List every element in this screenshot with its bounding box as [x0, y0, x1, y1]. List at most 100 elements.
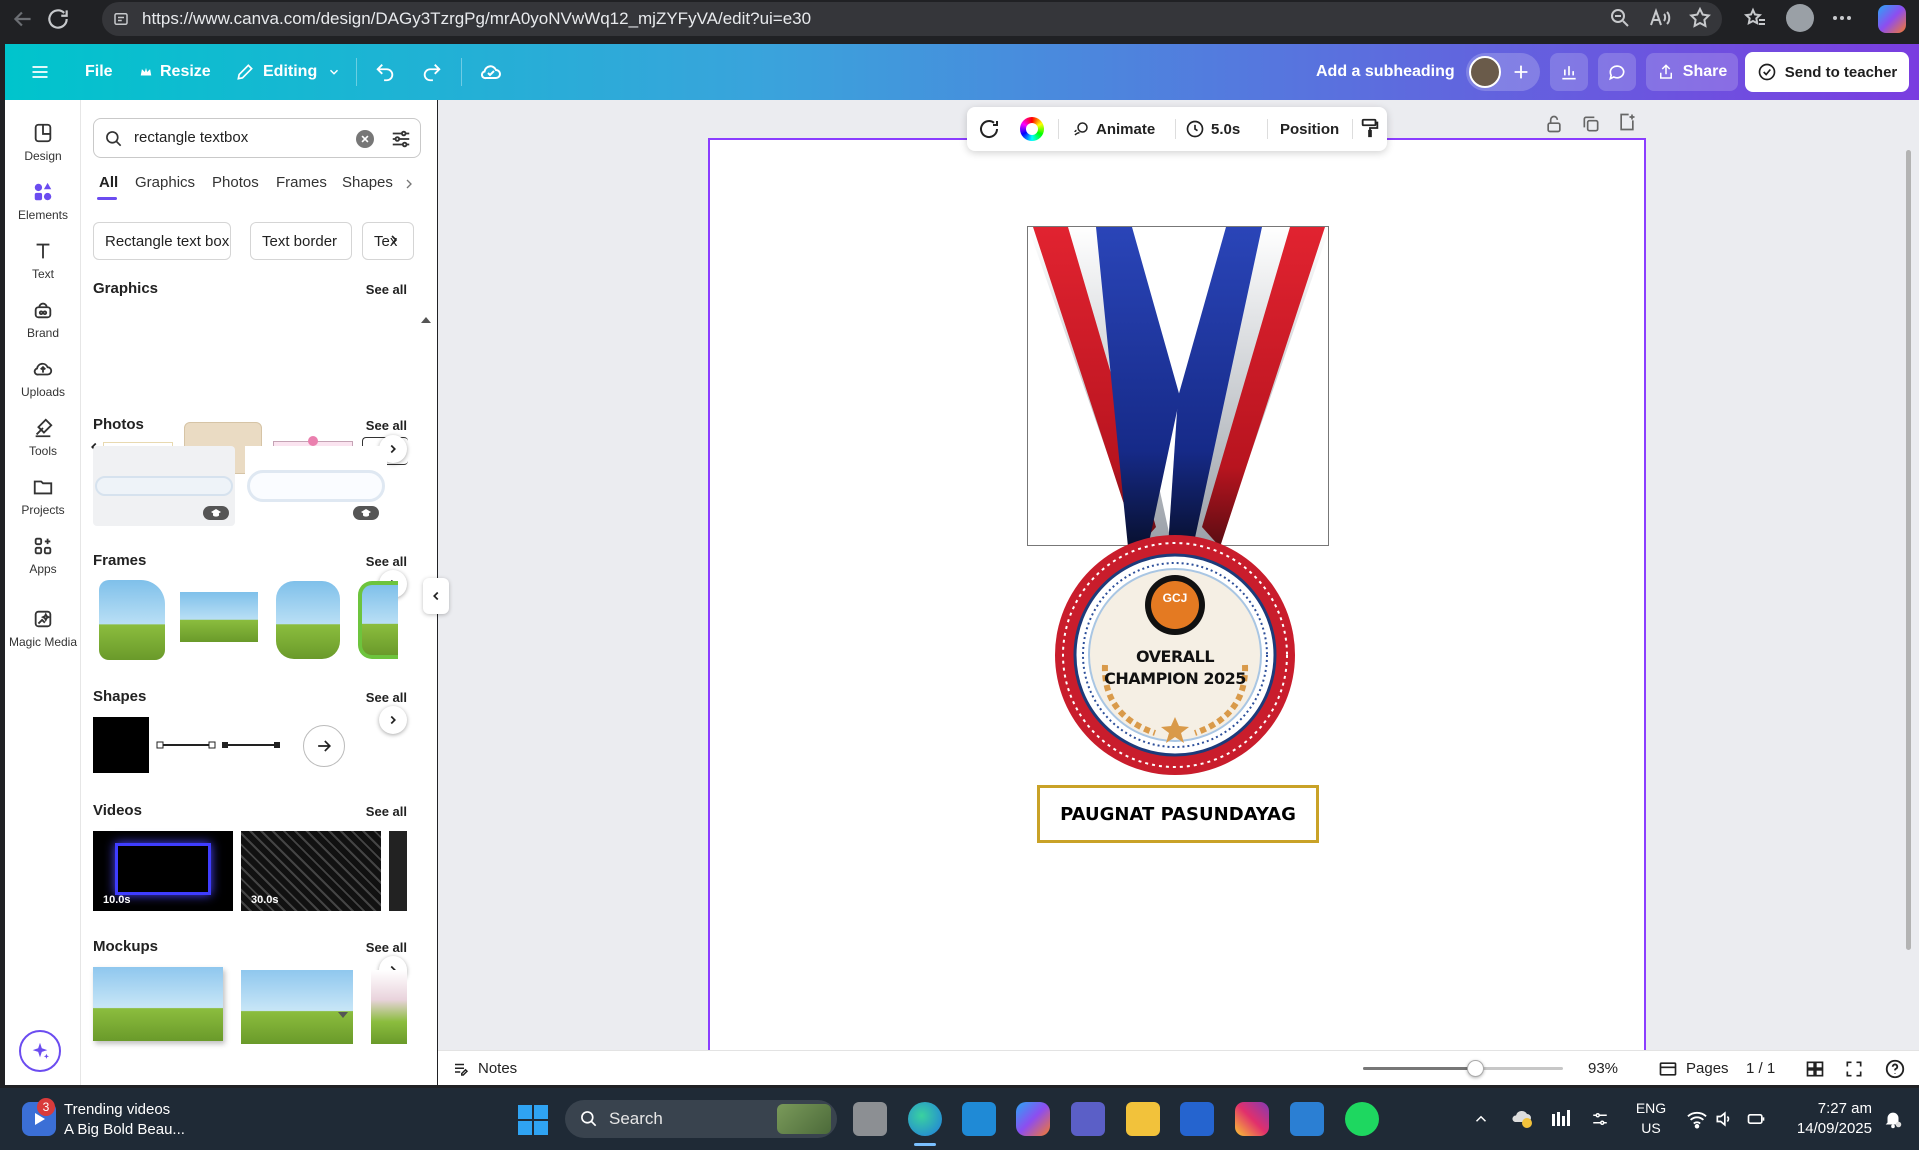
zoom-icon[interactable]	[1608, 6, 1632, 30]
copilot-app-icon[interactable]	[1016, 1102, 1050, 1136]
back-icon[interactable]	[10, 6, 36, 32]
clear-search-icon[interactable]	[356, 130, 374, 148]
frame-thumbnail[interactable]	[276, 581, 340, 659]
redo-icon[interactable]	[421, 44, 443, 100]
share-button[interactable]: Share	[1646, 53, 1738, 91]
edge-browser-icon[interactable]	[908, 1102, 942, 1136]
see-all-link[interactable]: See all	[366, 940, 407, 955]
rail-design[interactable]: Design	[5, 114, 81, 180]
workspace-scrollbar[interactable]	[1906, 150, 1911, 950]
send-to-teacher-button[interactable]: Send to teacher	[1745, 52, 1909, 92]
video-thumbnail[interactable]	[389, 831, 407, 911]
duplicate-icon[interactable]	[1581, 114, 1601, 134]
design-title[interactable]: Add a subheading	[1316, 44, 1455, 100]
photos-app-icon[interactable]	[1290, 1102, 1324, 1136]
mockup-thumbnail[interactable]	[241, 970, 353, 1044]
suggestion-chip[interactable]: Text border	[250, 222, 352, 260]
search-field[interactable]: rectangle textbox	[93, 118, 421, 158]
zoom-slider[interactable]	[1363, 1060, 1563, 1077]
todo-icon[interactable]	[1180, 1102, 1214, 1136]
name-text-box[interactable]: PAUGNAT PASUNDAYAG	[1037, 785, 1319, 843]
frames-next-icon[interactable]	[379, 706, 407, 734]
line-shape[interactable]	[221, 740, 281, 750]
taskbar-search[interactable]: Search	[565, 1100, 837, 1138]
suggestion-chip[interactable]: Rectangle text box	[93, 222, 231, 260]
clock-time[interactable]: 7:27 am	[1782, 1100, 1872, 1117]
more-options-icon[interactable]	[1830, 6, 1854, 30]
windows-start-icon[interactable]	[518, 1105, 548, 1135]
tab-graphics[interactable]: Graphics	[135, 174, 195, 191]
pages-button[interactable]: Pages	[1658, 1051, 1729, 1086]
rail-magic-media[interactable]: Magic Media	[5, 600, 81, 666]
rail-brand[interactable]: Brand	[5, 291, 81, 357]
design-page[interactable]: GCJ OVERALL CHAMPION 2025 PAUGNAT PASUND…	[708, 138, 1646, 1050]
volume-icon[interactable]	[1714, 1109, 1734, 1129]
position-button[interactable]: Position	[1272, 107, 1347, 151]
tab-photos[interactable]: Photos	[212, 174, 259, 191]
copy-style-icon[interactable]	[1359, 117, 1381, 139]
battery-icon[interactable]	[1745, 1109, 1767, 1129]
add-page-icon[interactable]	[1617, 112, 1637, 132]
zoom-slider-thumb[interactable]	[1467, 1060, 1484, 1077]
settings-sliders-icon[interactable]	[1590, 1110, 1610, 1128]
profile-avatar[interactable]	[1786, 4, 1814, 32]
see-all-link[interactable]: See all	[366, 554, 407, 569]
fullscreen-icon[interactable]	[1844, 1059, 1864, 1079]
medal-image[interactable]: GCJ OVERALL CHAMPION 2025	[1055, 535, 1295, 775]
frame-thumbnail[interactable]	[358, 581, 398, 659]
tab-frames[interactable]: Frames	[276, 174, 327, 191]
zoom-percent[interactable]: 93%	[1588, 1060, 1618, 1077]
rail-apps[interactable]: Apps	[5, 527, 81, 593]
undo-icon[interactable]	[374, 44, 396, 100]
comments-icon[interactable]	[1598, 53, 1636, 91]
video-thumbnail[interactable]: 10.0s	[93, 831, 233, 911]
lock-icon[interactable]	[1544, 114, 1564, 134]
video-thumbnail[interactable]: 30.0s	[241, 831, 381, 911]
collapse-panel-icon[interactable]	[423, 578, 449, 614]
tab-all[interactable]: All	[99, 174, 118, 191]
site-info-icon[interactable]	[112, 10, 130, 28]
tabs-next-icon[interactable]	[401, 176, 417, 192]
tab-shapes[interactable]: Shapes	[342, 174, 393, 191]
language-code[interactable]: ENG	[1635, 1100, 1667, 1116]
cloud-saved-icon[interactable]	[479, 44, 503, 100]
copilot-icon[interactable]	[1878, 5, 1906, 33]
rail-text[interactable]: Text	[5, 232, 81, 298]
rail-uploads[interactable]: Uploads	[5, 350, 81, 416]
spotify-icon[interactable]	[1345, 1102, 1379, 1136]
ribbon-image[interactable]	[1027, 226, 1329, 546]
panel-scrollbar[interactable]	[419, 210, 433, 1080]
arrow-circle-shape[interactable]	[303, 725, 345, 767]
file-explorer-icon[interactable]	[1126, 1102, 1160, 1136]
square-shape[interactable]	[93, 717, 149, 773]
file-menu[interactable]: File	[85, 44, 113, 100]
see-all-link[interactable]: See all	[366, 282, 407, 297]
see-all-link[interactable]: See all	[366, 690, 407, 705]
search-input[interactable]: rectangle textbox	[134, 129, 248, 146]
grid-view-icon[interactable]	[1805, 1059, 1825, 1079]
favorites-icon[interactable]	[1743, 6, 1767, 30]
vscode-icon[interactable]	[962, 1102, 996, 1136]
read-aloud-icon[interactable]	[1648, 6, 1672, 30]
color-picker-icon[interactable]	[1020, 117, 1044, 141]
wifi-icon[interactable]	[1686, 1109, 1708, 1129]
insights-icon[interactable]	[1550, 53, 1588, 91]
see-all-link[interactable]: See all	[366, 418, 407, 433]
onedrive-warning-icon[interactable]	[1510, 1108, 1534, 1130]
chips-next-icon[interactable]	[386, 232, 402, 248]
rail-elements[interactable]: Elements	[5, 173, 81, 239]
help-icon[interactable]	[1884, 1058, 1906, 1080]
mockup-thumbnail[interactable]	[371, 970, 407, 1044]
widget-title[interactable]: Trending videos	[64, 1101, 170, 1118]
collaborators[interactable]	[1466, 53, 1540, 91]
scroll-up-icon[interactable]	[419, 315, 433, 325]
panel-scroll-down[interactable]	[336, 1010, 354, 1020]
refresh-icon[interactable]	[45, 6, 71, 32]
audio-app-icon[interactable]	[1551, 1110, 1571, 1128]
favorite-star-icon[interactable]	[1688, 6, 1712, 30]
animate-button[interactable]: Animate	[1072, 107, 1155, 151]
see-all-link[interactable]: See all	[366, 804, 407, 819]
task-view-icon[interactable]	[853, 1102, 887, 1136]
frame-thumbnail[interactable]	[180, 592, 258, 642]
teams-icon[interactable]	[1071, 1102, 1105, 1136]
